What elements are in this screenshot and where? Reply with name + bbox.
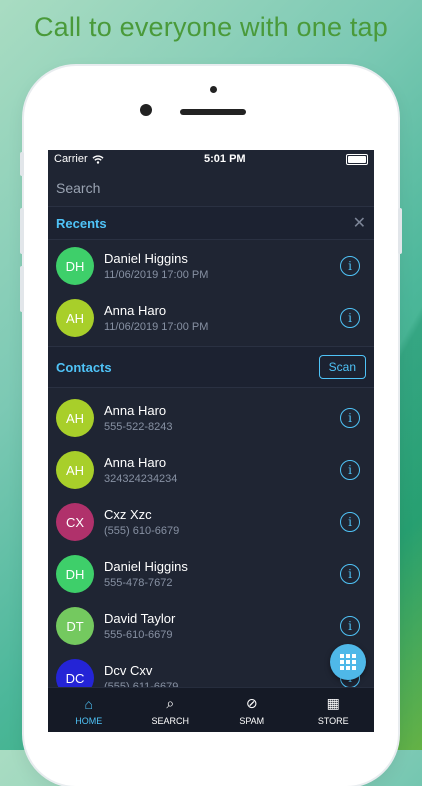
search-icon: ⌕ bbox=[166, 695, 175, 711]
app-screen: Carrier 5:01 PM Search Recents ✕ DH Danie… bbox=[48, 150, 374, 732]
info-icon[interactable]: i bbox=[340, 512, 360, 532]
volume-up-button bbox=[20, 208, 24, 254]
volume-down-button bbox=[20, 266, 24, 312]
dialpad-icon bbox=[340, 654, 356, 670]
avatar: DH bbox=[56, 247, 94, 285]
contact-info: Cxz Xzc (555) 610-6679 bbox=[104, 507, 340, 537]
contacts-row[interactable]: DH Daniel Higgins 555-478-7672 i bbox=[48, 548, 374, 600]
contacts-list: AH Anna Haro 555-522-8243 i AH Anna Haro 32432… bbox=[48, 388, 374, 704]
info-icon[interactable]: i bbox=[340, 616, 360, 636]
tab-label: HOME bbox=[75, 715, 103, 726]
contacts-header: Contacts Scan bbox=[48, 346, 374, 388]
earpiece-speaker bbox=[180, 109, 246, 115]
contact-name: Anna Haro bbox=[104, 403, 167, 418]
tab-label: STORE bbox=[317, 715, 349, 726]
tab-label: SPAM bbox=[239, 715, 265, 726]
spam-icon: ⊘ bbox=[245, 695, 258, 711]
contact-name: Daniel Higgins bbox=[104, 559, 188, 574]
close-icon[interactable]: ✕ bbox=[353, 213, 366, 233]
contacts-title: Contacts bbox=[56, 359, 112, 375]
call-timestamp: 11/06/2019 17:00 PM bbox=[104, 269, 209, 281]
contact-info: Anna Haro 11/06/2019 17:00 PM bbox=[104, 303, 340, 333]
contacts-row[interactable]: AH Anna Haro 324324234234 i bbox=[48, 444, 374, 496]
info-icon[interactable]: i bbox=[340, 308, 360, 328]
contact-name: Anna Haro bbox=[104, 455, 167, 470]
contacts-row[interactable]: DT David Taylor 555-610-6679 i bbox=[48, 600, 374, 652]
contact-info: Daniel Higgins 555-478-7672 bbox=[104, 559, 340, 589]
avatar: DT bbox=[56, 607, 94, 645]
phone-number: 555-522-8243 bbox=[104, 421, 173, 433]
home-icon: ⌂ bbox=[84, 695, 93, 712]
info-icon[interactable]: i bbox=[340, 460, 360, 480]
tab-search[interactable]: ⌕ SEARCH bbox=[130, 688, 212, 732]
wifi-icon bbox=[92, 154, 104, 164]
info-icon[interactable]: i bbox=[340, 408, 360, 428]
recents-row[interactable]: DH Daniel Higgins 11/06/2019 17:00 PM i bbox=[48, 240, 374, 292]
mute-switch bbox=[20, 152, 24, 176]
recents-row[interactable]: AH Anna Haro 11/06/2019 17:00 PM i bbox=[48, 292, 374, 344]
contact-name: Dcv Cxv bbox=[104, 663, 153, 678]
phone-number: 555-610-6679 bbox=[104, 629, 173, 641]
front-camera bbox=[140, 104, 152, 116]
avatar: CX bbox=[56, 503, 94, 541]
contact-info: Daniel Higgins 11/06/2019 17:00 PM bbox=[104, 251, 340, 281]
search-input[interactable]: Search bbox=[48, 168, 374, 206]
battery-icon bbox=[345, 153, 368, 165]
phone-number: 555-478-7672 bbox=[104, 577, 173, 589]
contact-name: Anna Haro bbox=[104, 303, 167, 318]
headline: Call to everyone with one tap bbox=[33, 12, 388, 42]
contact-info: Anna Haro 324324234234 bbox=[104, 455, 340, 485]
phone-number: (555) 610-6679 bbox=[104, 525, 180, 537]
recents-list: DH Daniel Higgins 11/06/2019 17:00 PM i AH An… bbox=[48, 240, 374, 344]
contact-name: Daniel Higgins bbox=[104, 251, 188, 266]
contact-name: David Taylor bbox=[104, 611, 176, 626]
proximity-sensor bbox=[210, 86, 217, 93]
status-bar: Carrier 5:01 PM bbox=[48, 150, 374, 168]
recents-title: Recents bbox=[56, 215, 107, 231]
contacts-row[interactable]: CX Cxz Xzc (555) 610-6679 i bbox=[48, 496, 374, 548]
info-icon[interactable]: i bbox=[340, 256, 360, 276]
dialpad-button[interactable] bbox=[330, 644, 366, 680]
contacts-row[interactable]: AH Anna Haro 555-522-8243 i bbox=[48, 392, 374, 444]
call-timestamp: 11/06/2019 17:00 PM bbox=[104, 321, 209, 333]
info-icon[interactable]: i bbox=[340, 564, 360, 584]
avatar: AH bbox=[56, 399, 94, 437]
store-icon: ▦ bbox=[326, 695, 340, 711]
clock: 5:01 PM bbox=[204, 153, 246, 165]
tab-bar: ⌂ HOME ⌕ SEARCH ⊘ SPAM ▦ STORE bbox=[48, 687, 374, 732]
recents-header: Recents ✕ bbox=[48, 206, 374, 240]
tab-label: SEARCH bbox=[151, 715, 189, 726]
tab-spam[interactable]: ⊘ SPAM bbox=[211, 688, 293, 732]
contact-info: Anna Haro 555-522-8243 bbox=[104, 403, 340, 433]
phone-number: 324324234234 bbox=[104, 473, 178, 485]
tab-home[interactable]: ⌂ HOME bbox=[48, 688, 130, 732]
contact-info: David Taylor 555-610-6679 bbox=[104, 611, 340, 641]
tab-store[interactable]: ▦ STORE bbox=[293, 688, 375, 732]
avatar: DH bbox=[56, 555, 94, 593]
contact-name: Cxz Xzc bbox=[104, 507, 152, 522]
avatar: AH bbox=[56, 451, 94, 489]
carrier-label: Carrier bbox=[54, 153, 88, 165]
scan-button[interactable]: Scan bbox=[318, 355, 366, 379]
avatar: AH bbox=[56, 299, 94, 337]
power-button bbox=[398, 208, 402, 254]
